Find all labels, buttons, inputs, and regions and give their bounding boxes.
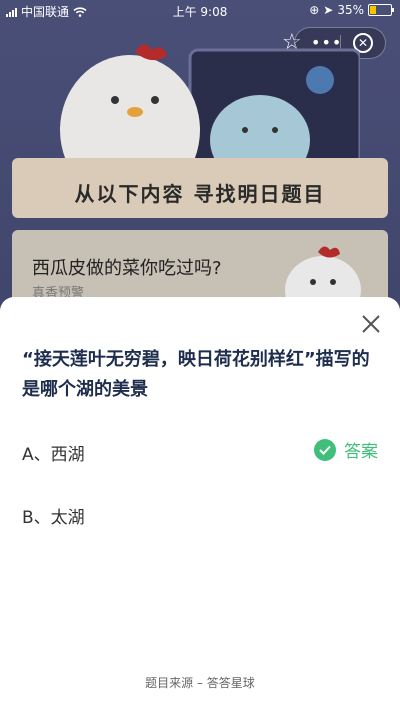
- battery-percent: 35%: [337, 3, 364, 17]
- answer-label: 答案: [344, 442, 378, 462]
- correct-answer-tag: 答案: [314, 437, 378, 462]
- source-footer: 题目来源 – 答答星球: [145, 676, 255, 690]
- check-icon: [314, 438, 336, 461]
- banner-title: 从以下内容 寻找明日题目: [74, 182, 326, 206]
- option-b[interactable]: B、太湖: [22, 503, 85, 528]
- answer-sheet: “接天莲叶无穷碧，映日荷花别样红”描写的是哪个湖的美景 A、西湖 答案 B、太湖…: [0, 297, 400, 711]
- status-bar: 中国联通 上午 9:08 ⊕ ➤ 35%: [0, 0, 400, 20]
- battery-icon: [368, 4, 394, 16]
- close-icon[interactable]: [360, 313, 382, 335]
- status-right: ⊕ ➤ 35%: [309, 3, 394, 17]
- quiz-question: “接天莲叶无穷碧，映日荷花别样红”描写的是哪个湖的美景: [22, 349, 370, 400]
- rotation-lock-icon: ⊕: [309, 3, 320, 17]
- background-card-question: 西瓜皮做的菜你吃过吗?: [32, 258, 222, 279]
- location-icon: ➤: [323, 3, 334, 17]
- option-a[interactable]: A、西湖: [22, 440, 85, 465]
- battery-fill: [370, 6, 377, 14]
